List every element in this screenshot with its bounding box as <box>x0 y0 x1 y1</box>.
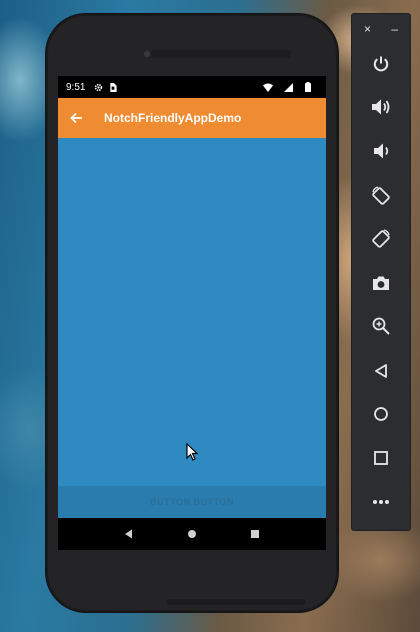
home-icon <box>374 407 388 421</box>
home-circle-icon <box>187 530 196 538</box>
rotate-right-button[interactable] <box>352 223 410 255</box>
nav-recents-button[interactable] <box>243 522 267 546</box>
bottom-button-label: BUTTON BUTTON <box>150 497 234 507</box>
back-triangle-icon <box>125 529 133 539</box>
wifi-icon <box>263 82 273 92</box>
emulator-back-button[interactable] <box>352 355 410 387</box>
volume-up-icon <box>372 99 390 115</box>
nav-back-button[interactable] <box>117 522 141 546</box>
rotate-left-button[interactable] <box>352 180 410 212</box>
volume-down-button[interactable] <box>352 135 410 167</box>
volume-up-button[interactable] <box>352 91 410 123</box>
zoom-button[interactable] <box>352 310 410 342</box>
rotate-left-icon <box>372 186 390 205</box>
battery-icon <box>303 82 313 92</box>
emulator-home-button[interactable] <box>352 398 410 430</box>
zoom-icon <box>372 317 390 335</box>
arrow-back-icon <box>70 112 82 124</box>
screenshot-button[interactable] <box>352 267 410 299</box>
emulator-side-panel: × – <box>352 14 410 530</box>
volume-down-icon <box>374 143 389 159</box>
page-title: NotchFriendlyAppDemo <box>104 111 242 125</box>
nav-home-button[interactable] <box>180 522 204 546</box>
back-button[interactable] <box>58 98 94 138</box>
panel-close-button[interactable]: × <box>364 22 371 36</box>
mouse-cursor <box>186 443 198 461</box>
gear-icon <box>93 82 103 92</box>
top-speaker <box>151 50 291 58</box>
content-area <box>58 138 326 486</box>
more-icon <box>373 500 389 504</box>
back-icon <box>375 364 387 378</box>
front-camera <box>144 51 150 57</box>
status-bar: 9:51 <box>58 76 326 98</box>
sim-icon <box>108 82 118 92</box>
nav-bar <box>58 518 326 550</box>
power-button[interactable] <box>352 48 410 80</box>
recents-square-icon <box>250 530 259 538</box>
camera-icon <box>373 276 389 290</box>
bottom-button[interactable]: BUTTON BUTTON <box>58 486 326 518</box>
app-bar: NotchFriendlyAppDemo <box>58 98 326 138</box>
power-icon <box>373 56 389 72</box>
signal-icon <box>283 82 293 92</box>
overview-icon <box>374 451 388 465</box>
device-screen: 9:51 NotchFriendlyAppDemo BUTTON BUTTON <box>58 76 326 550</box>
emulator-overview-button[interactable] <box>352 442 410 474</box>
rotate-right-icon <box>372 229 390 248</box>
status-time: 9:51 <box>66 81 86 93</box>
emulator-more-button[interactable] <box>352 486 410 518</box>
bottom-speaker <box>166 599 306 605</box>
panel-minimize-button[interactable]: – <box>391 22 398 36</box>
